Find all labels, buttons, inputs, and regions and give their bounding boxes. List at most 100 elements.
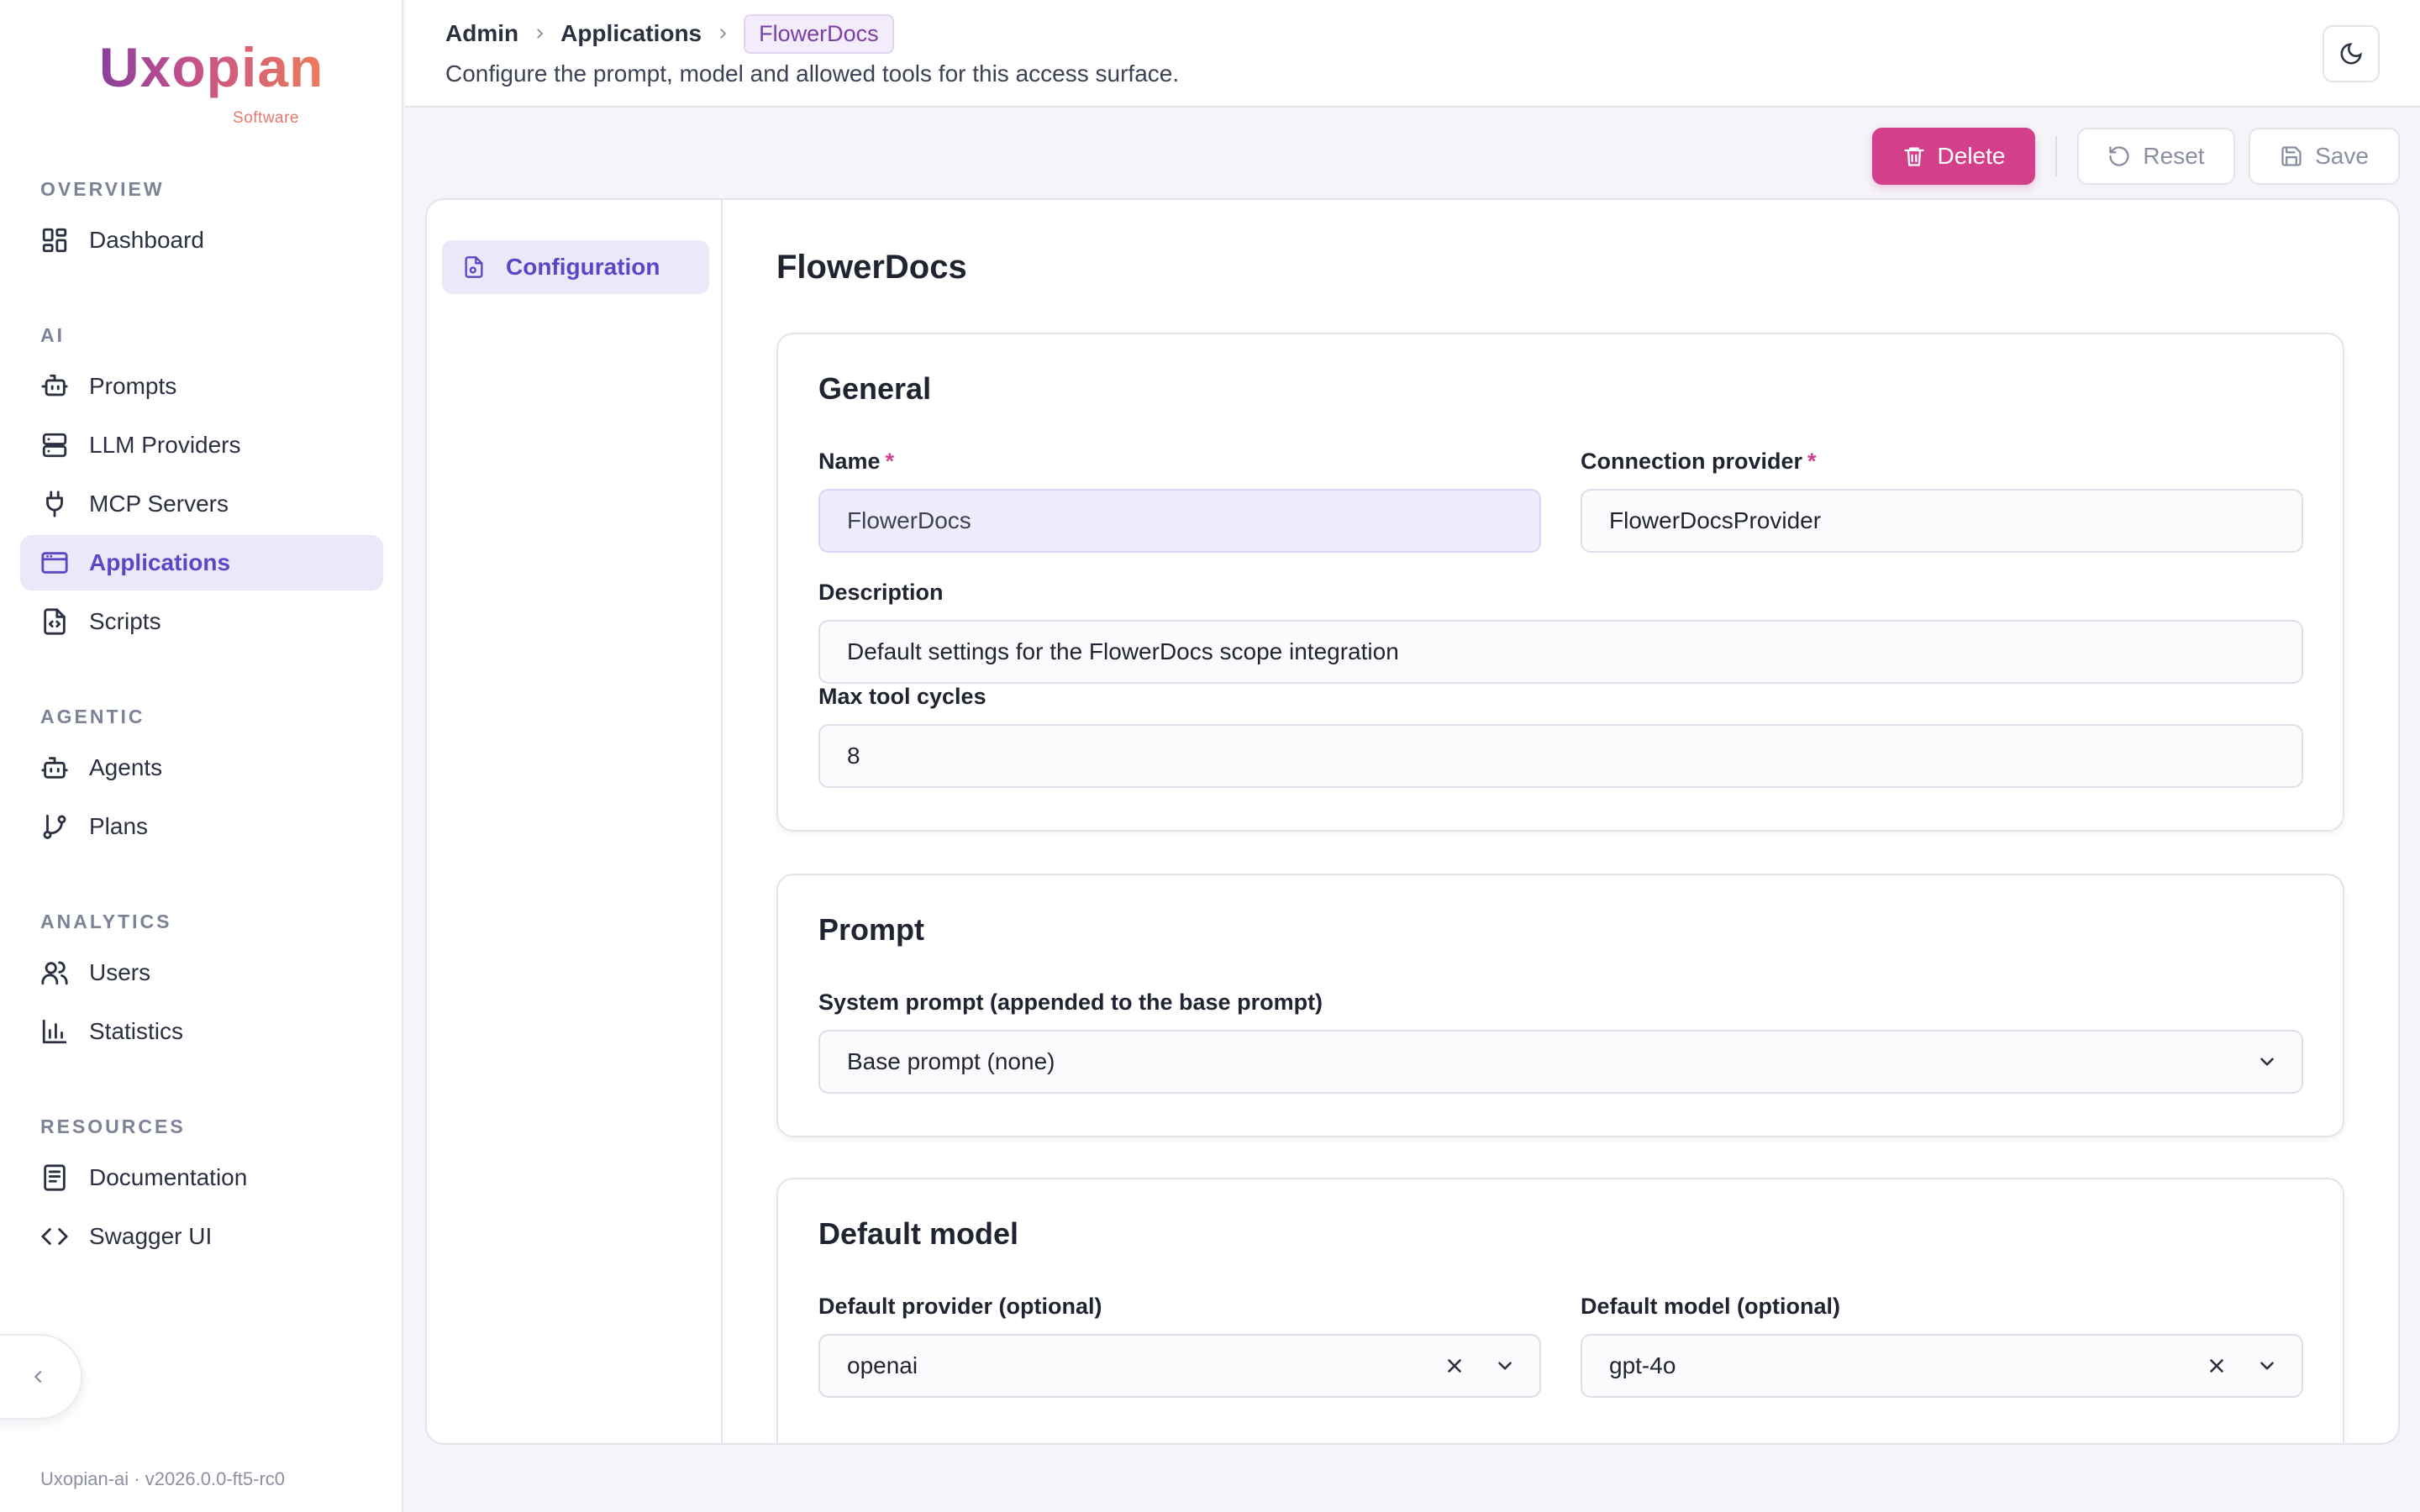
sidebar-item-plans[interactable]: Plans — [20, 799, 383, 854]
max-tool-cycles-field[interactable]: 8 — [818, 724, 2303, 788]
sidebar-item-documentation[interactable]: Documentation — [20, 1150, 383, 1205]
sidebar-item-applications[interactable]: Applications — [20, 535, 383, 591]
sidebar-item-label: Scripts — [89, 608, 161, 634]
users-icon — [40, 958, 69, 987]
breadcrumb: Admin Applications FlowerDocs — [445, 13, 894, 54]
book-icon — [40, 1163, 69, 1192]
save-icon — [2281, 146, 2302, 166]
sidebar-item-label: Dashboard — [89, 227, 204, 253]
server-icon — [40, 431, 69, 459]
description-field[interactable]: Default settings for the FlowerDocs scop… — [818, 620, 2303, 684]
clear-icon[interactable] — [2206, 1355, 2228, 1377]
theme-toggle-button[interactable] — [2323, 25, 2380, 82]
default-model-card-title: Default model — [818, 1216, 1019, 1251]
delete-button-label: Delete — [1937, 143, 2006, 169]
bot-icon — [40, 753, 69, 782]
required-mark: * — [885, 449, 895, 474]
clear-icon[interactable] — [1444, 1355, 1465, 1377]
save-button[interactable]: Save — [2249, 128, 2400, 185]
system-prompt-value: Base prompt (none) — [847, 1048, 1055, 1074]
sidebar: Uxopian Software OVERVIEW Dashboard AI P… — [0, 0, 403, 1512]
sidebar-item-statistics[interactable]: Statistics — [20, 1004, 383, 1059]
default-provider-value: openai — [847, 1352, 918, 1378]
rotate-ccw-icon — [2109, 146, 2130, 166]
sidebar-item-agents[interactable]: Agents — [20, 740, 383, 795]
application-panel: Configuration FlowerDocs General Name * F… — [425, 198, 2400, 1445]
general-card: General Name * FlowerDocs Connection prov… — [776, 333, 2344, 832]
sidebar-item-label: MCP Servers — [89, 491, 229, 517]
version-label: Uxopian-ai · v2026.0.0-ft5-rc0 — [40, 1468, 286, 1489]
sidebar-item-label: Agents — [89, 754, 163, 780]
reset-button-label: Reset — [2143, 143, 2205, 169]
select-trail — [2256, 1032, 2278, 1092]
reset-button[interactable]: Reset — [2077, 128, 2235, 185]
sidebar-item-label: LLM Providers — [89, 432, 241, 458]
moon-icon — [2340, 43, 2362, 65]
sidebar-item-llm-providers[interactable]: LLM Providers — [20, 417, 383, 473]
sidebar-item-label: Swagger UI — [89, 1223, 213, 1249]
system-prompt-select[interactable]: Base prompt (none) — [818, 1030, 2303, 1094]
panel-nav: Configuration — [427, 200, 723, 1443]
sidebar-item-label: Users — [89, 959, 151, 985]
system-prompt-label: System prompt (appended to the base prom… — [818, 990, 1323, 1015]
breadcrumb-admin[interactable]: Admin — [445, 20, 518, 47]
name-label: Name * — [818, 449, 894, 475]
chevron-right-icon — [715, 26, 730, 41]
code-icon — [40, 1222, 69, 1251]
sidebar-item-swagger[interactable]: Swagger UI — [20, 1209, 383, 1264]
chevron-down-icon[interactable] — [1494, 1355, 1516, 1377]
save-button-label: Save — [2315, 143, 2369, 169]
connection-provider-field[interactable]: FlowerDocsProvider — [1581, 489, 2303, 553]
default-provider-label: Default provider (optional) — [818, 1294, 1102, 1319]
breadcrumb-current: FlowerDocs — [744, 13, 894, 54]
tab-configuration[interactable]: Configuration — [442, 240, 709, 294]
chevron-down-icon — [2260, 1058, 2274, 1066]
breadcrumb-applications[interactable]: Applications — [560, 20, 702, 47]
sidebar-item-users[interactable]: Users — [20, 945, 383, 1000]
name-field[interactable]: FlowerDocs — [818, 489, 1541, 553]
collapse-sidebar-button[interactable] — [0, 1334, 82, 1420]
logo-subtitle: Software — [233, 109, 299, 127]
page-subtitle: Configure the prompt, model and allowed … — [445, 60, 1180, 87]
page-title: FlowerDocs — [776, 249, 967, 286]
chevron-down-icon[interactable] — [2256, 1355, 2278, 1377]
sidebar-item-prompts[interactable]: Prompts — [20, 359, 383, 414]
connection-provider-label-text: Connection provider — [1581, 449, 1803, 474]
toolbar-divider — [2055, 136, 2057, 176]
default-provider-select[interactable]: openai — [818, 1334, 1541, 1398]
max-tool-cycles-label: Max tool cycles — [818, 684, 986, 709]
dashboard-icon — [40, 226, 69, 255]
nav-section-ai: AI — [40, 324, 65, 346]
sidebar-item-label: Prompts — [89, 373, 177, 399]
nav-section-overview: OVERVIEW — [40, 178, 165, 200]
tab-configuration-label: Configuration — [506, 254, 660, 280]
plug-icon — [40, 490, 69, 518]
description-label: Description — [818, 580, 944, 605]
delete-button[interactable]: Delete — [1872, 128, 2035, 185]
sidebar-item-dashboard[interactable]: Dashboard — [20, 213, 383, 268]
file-settings-icon — [465, 256, 483, 278]
git-branch-icon — [40, 812, 69, 841]
file-code-icon — [40, 607, 69, 636]
default-model-card: Default model Default provider (optional… — [776, 1178, 2344, 1443]
nav-section-agentic: AGENTIC — [40, 706, 145, 727]
default-model-value: gpt-4o — [1609, 1352, 1676, 1378]
bar-chart-icon — [40, 1017, 69, 1046]
logo-wordmark: Uxopian — [99, 34, 324, 101]
default-model-select[interactable]: gpt-4o — [1581, 1334, 2303, 1398]
sidebar-item-label: Plans — [89, 813, 149, 839]
chevron-left-icon — [34, 1370, 42, 1383]
sidebar-item-mcp-servers[interactable]: MCP Servers — [20, 476, 383, 532]
sidebar-item-scripts[interactable]: Scripts — [20, 594, 383, 649]
trash-icon — [1903, 147, 1924, 166]
connection-provider-label: Connection provider * — [1581, 449, 1817, 475]
logo[interactable]: Uxopian Software — [99, 34, 323, 127]
prompt-card: Prompt System prompt (appended to the ba… — [776, 874, 2344, 1137]
nav-section-analytics: ANALYTICS — [40, 911, 172, 932]
page-header: Admin Applications FlowerDocs Configure … — [405, 0, 2420, 108]
select-trail — [2206, 1336, 2278, 1396]
select-trail — [1444, 1336, 1516, 1396]
chevron-right-icon — [532, 26, 547, 41]
name-label-text: Name — [818, 449, 881, 474]
app-window-icon — [40, 549, 69, 577]
